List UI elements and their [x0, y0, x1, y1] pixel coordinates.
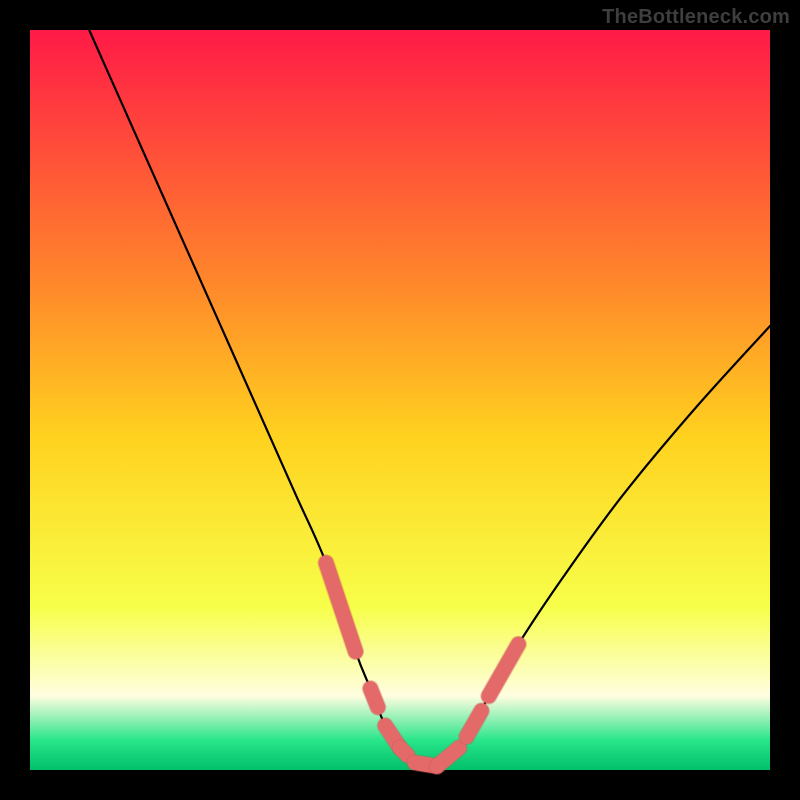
curve-marker [370, 689, 377, 708]
watermark-text: TheBottleneck.com [602, 6, 790, 29]
plot-background [30, 30, 770, 770]
chart-stage: TheBottleneck.com [0, 0, 800, 800]
chart-svg [0, 0, 800, 800]
curve-marker [400, 748, 407, 755]
